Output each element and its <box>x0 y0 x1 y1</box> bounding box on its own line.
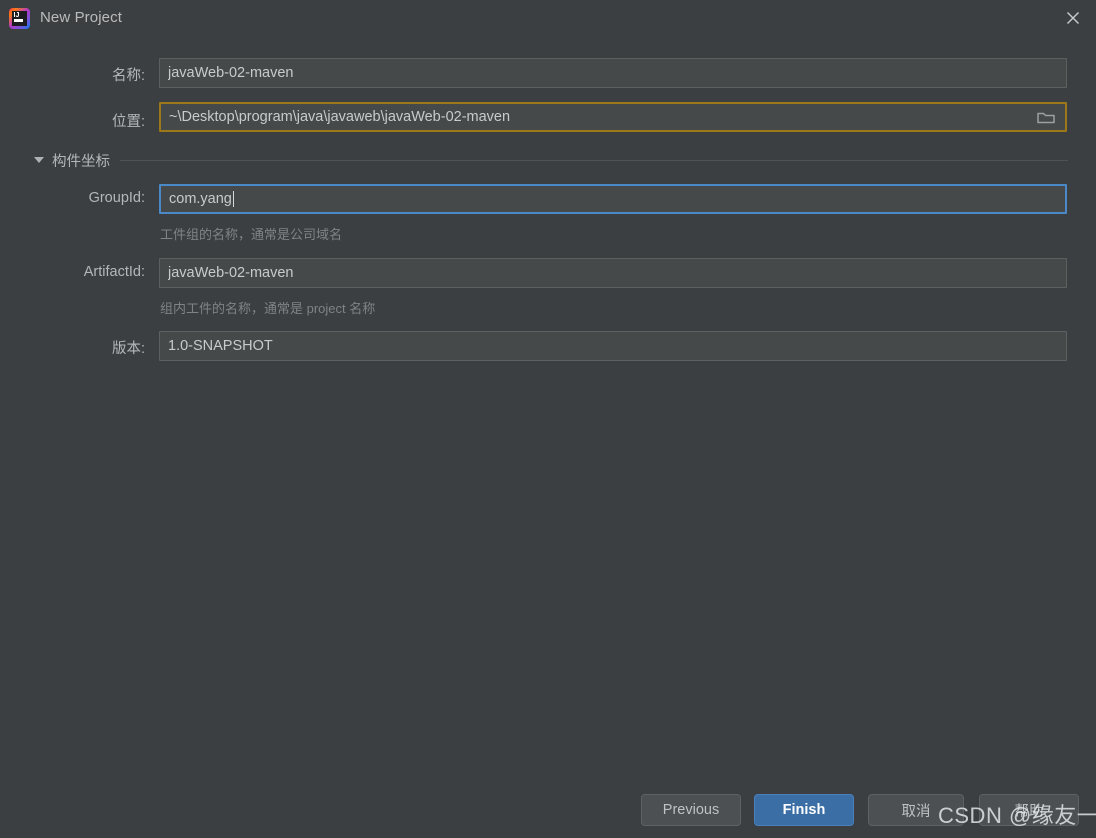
location-input-value: ~\Desktop\program\java\javaweb\javaWeb-0… <box>169 109 511 125</box>
version-label: 版本: <box>111 341 145 357</box>
location-label: 位置: <box>111 114 145 130</box>
artifact-coordinates-label: 构件坐标 <box>52 153 110 170</box>
location-input[interactable]: ~\Desktop\program\java\javaweb\javaWeb-0… <box>159 102 1067 132</box>
groupid-label: GroupId: <box>88 190 145 206</box>
previous-button[interactable]: Previous <box>641 794 741 826</box>
section-divider <box>120 159 1068 161</box>
cancel-button[interactable]: 取消 <box>868 794 964 826</box>
artifactid-label: ArtifactId: <box>83 264 145 280</box>
help-button[interactable]: 帮助 <box>979 794 1079 826</box>
finish-button[interactable]: Finish <box>754 794 854 826</box>
chevron-down-icon <box>34 157 44 163</box>
name-label: 名称: <box>111 68 145 84</box>
folder-icon[interactable] <box>1037 110 1055 124</box>
name-input[interactable]: javaWeb-02-maven <box>159 58 1067 88</box>
dialog-footer: Previous Finish 取消 帮助 <box>0 794 1096 828</box>
version-input-value: 1.0-SNAPSHOT <box>168 338 273 354</box>
version-input[interactable]: 1.0-SNAPSHOT <box>159 331 1067 361</box>
dialog-titlebar: IJ New Project <box>0 0 1096 38</box>
intellij-idea-logo-icon: IJ <box>9 8 30 29</box>
name-input-value: javaWeb-02-maven <box>168 65 294 81</box>
dialog-title: New Project <box>40 9 122 26</box>
text-caret <box>232 191 234 207</box>
groupid-hint: 工件组的名称，通常是公司域名 <box>160 227 343 242</box>
artifact-coordinates-section-header[interactable]: 构件坐标 <box>34 150 1068 170</box>
groupid-input[interactable]: com.yang <box>159 184 1067 214</box>
artifactid-hint: 组内工件的名称，通常是 project 名称 <box>160 301 376 316</box>
artifactid-input[interactable]: javaWeb-02-maven <box>159 258 1067 288</box>
close-icon[interactable] <box>1050 0 1096 36</box>
artifactid-input-value: javaWeb-02-maven <box>168 265 294 281</box>
groupid-input-value: com.yang <box>169 191 232 207</box>
